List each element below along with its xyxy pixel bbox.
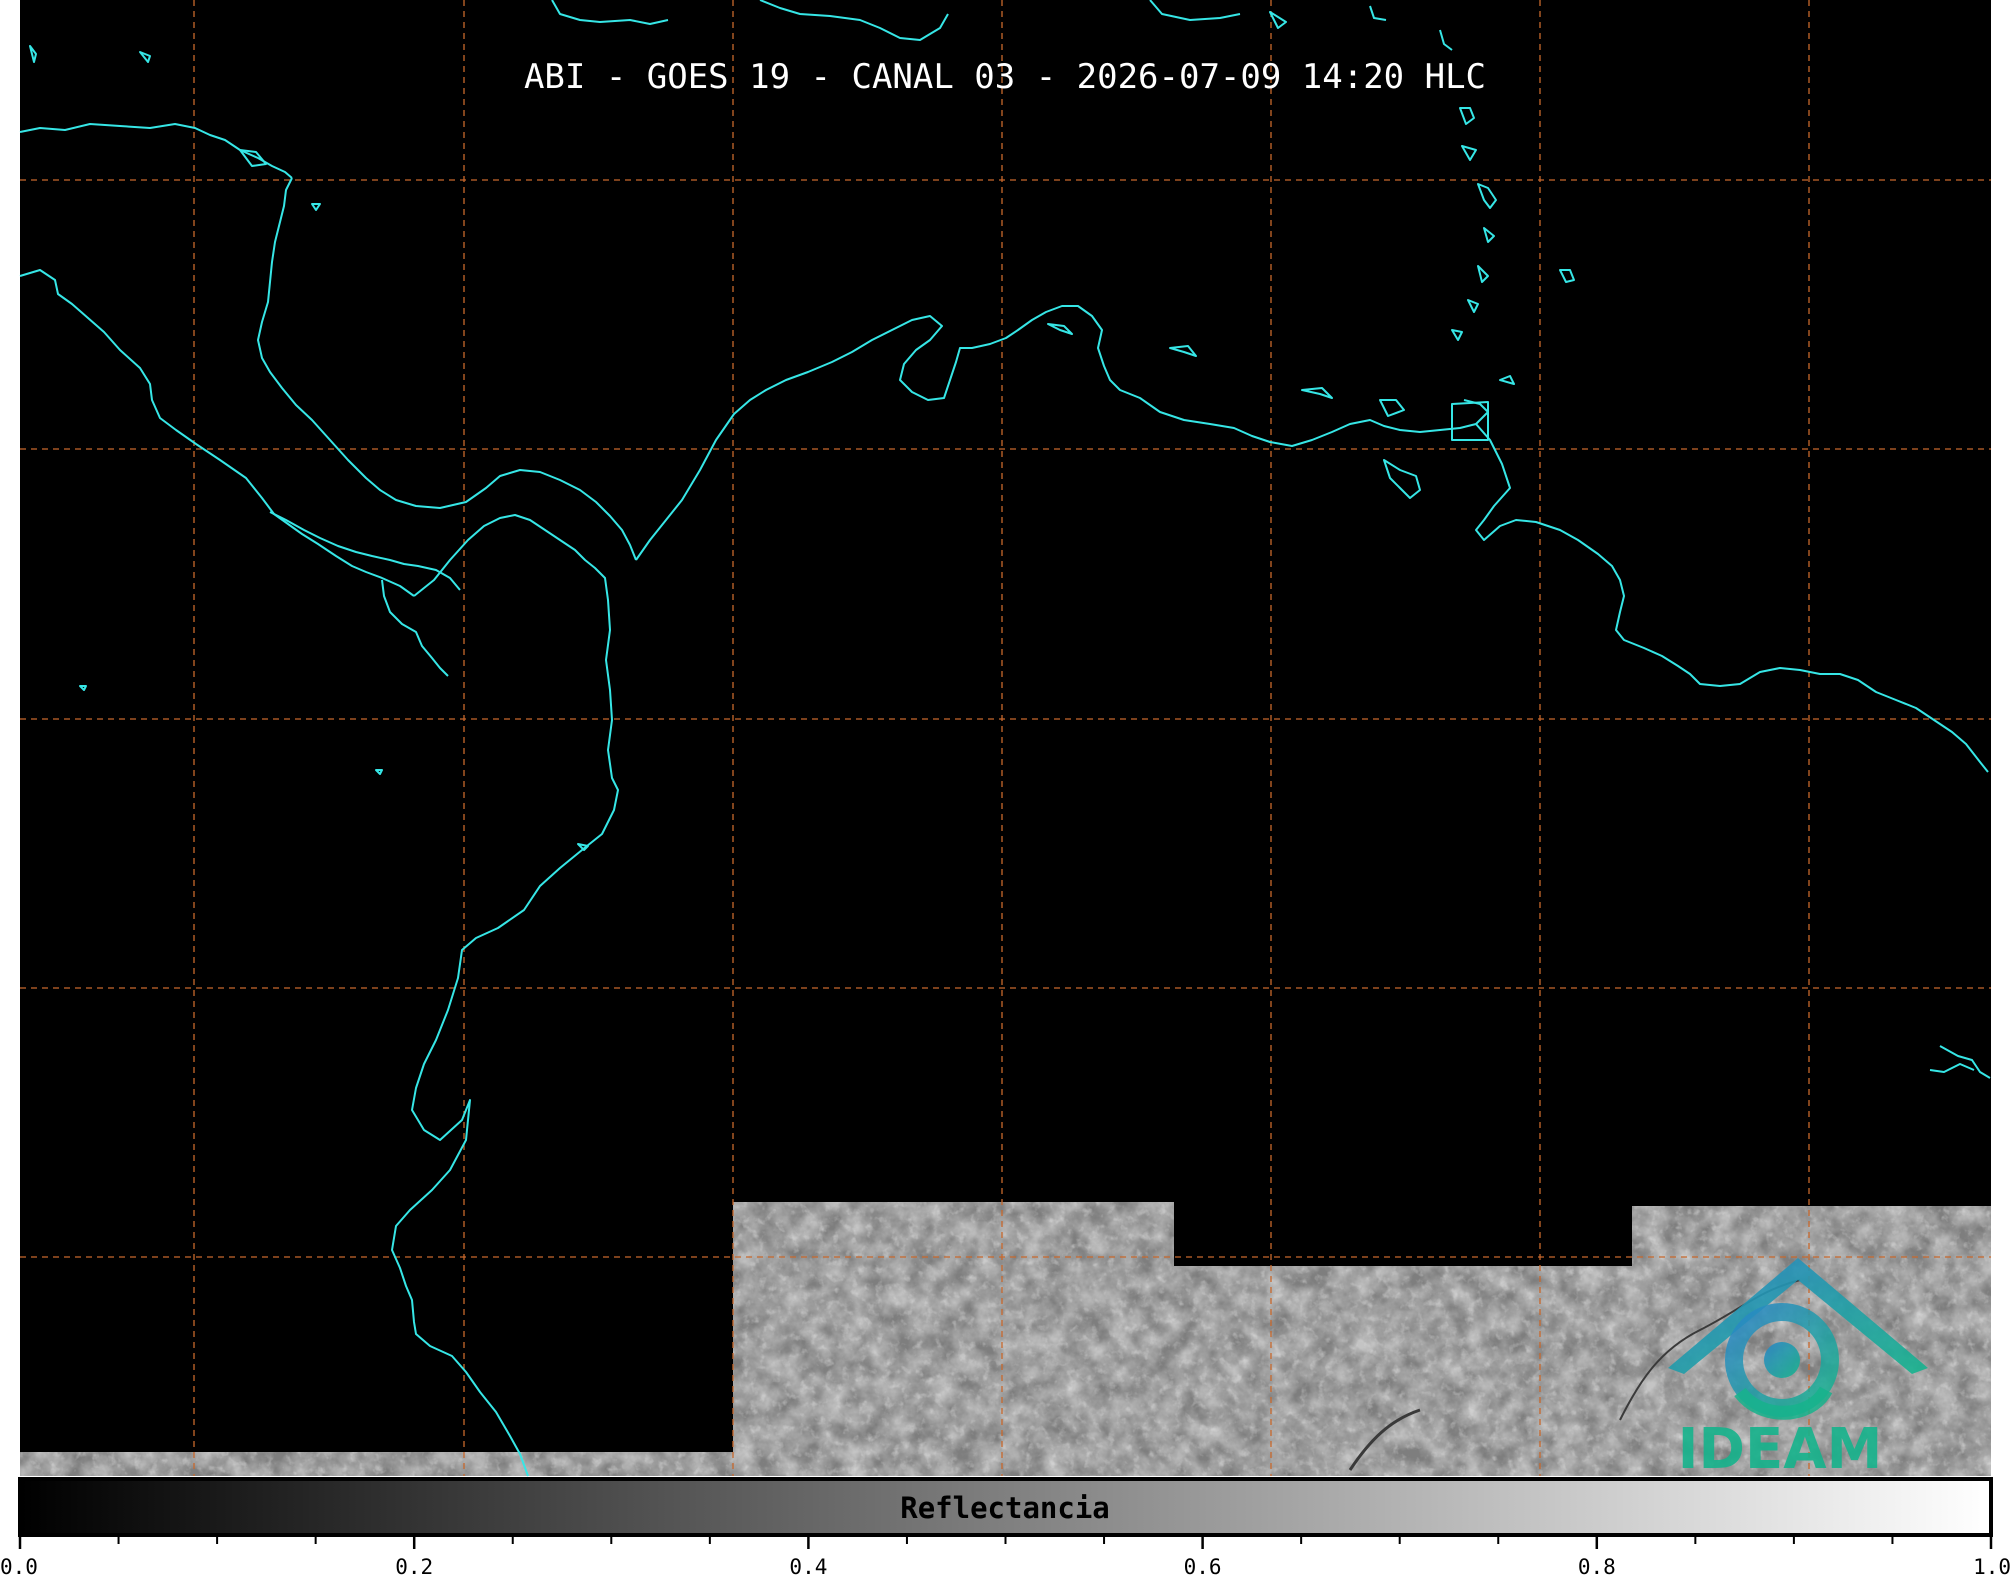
colorbar-tick-label: 0.4 [789, 1555, 827, 1577]
colorbar-tick-label: 0.2 [395, 1555, 433, 1577]
colorbar-tick-label: 0.6 [1184, 1555, 1222, 1577]
colorbar-tick-label: 0.8 [1578, 1555, 1616, 1577]
colorbar-ticks: 0.0 0.2 0.4 0.6 0.8 1.0 [0, 1535, 2011, 1577]
colorbar-tick-label: 1.0 [1973, 1555, 2011, 1577]
logo-text: IDEAM [1678, 1417, 1883, 1482]
satellite-map: ABI - GOES 19 - CANAL 03 - 2026-07-09 14… [0, 0, 2011, 1577]
map-title: ABI - GOES 19 - CANAL 03 - 2026-07-09 14… [524, 57, 1486, 97]
colorbar: Reflectancia 0.0 0.2 0.4 0.6 0.8 1.0 [0, 1477, 2011, 1577]
colorbar-tick-label: 0.0 [0, 1555, 38, 1577]
colorbar-label: Reflectancia [900, 1491, 1110, 1525]
